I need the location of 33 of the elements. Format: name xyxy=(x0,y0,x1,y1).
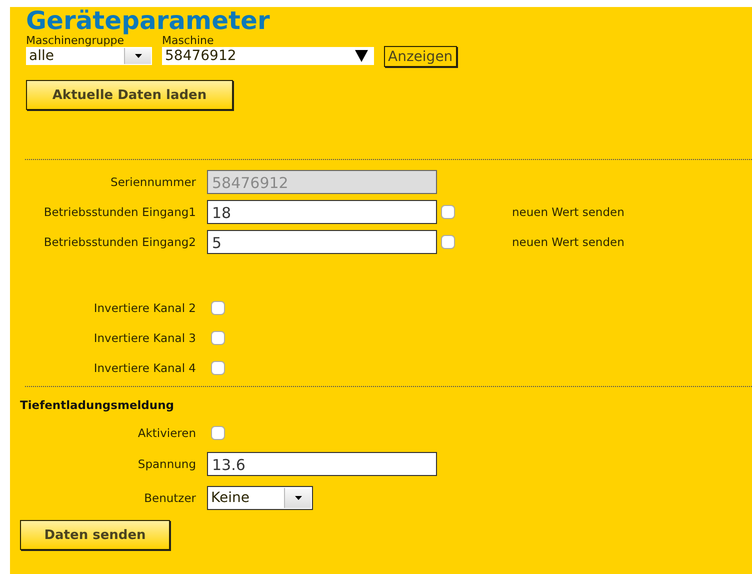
field-label: Betriebsstunden Eingang1 xyxy=(42,205,196,219)
send-checkbox[interactable] xyxy=(441,235,455,249)
voltage-input-field[interactable]: 13.6 xyxy=(207,452,437,476)
show-button[interactable]: Anzeigen xyxy=(384,46,457,67)
invert-checkbox[interactable] xyxy=(211,360,225,374)
checkbox-label: Invertiere Kanal 2 xyxy=(92,300,196,314)
dropdown-arrow-icon xyxy=(294,496,302,500)
field-label: Maschine xyxy=(162,34,214,47)
group-select[interactable]: alle xyxy=(26,47,152,65)
hours-input-field[interactable]: 5 xyxy=(207,230,437,254)
field-label: Benutzer xyxy=(143,491,196,505)
invert-checkbox[interactable] xyxy=(211,330,225,344)
dropdown-arrow-icon xyxy=(134,54,142,58)
checkbox-label: Invertiere Kanal 3 xyxy=(92,330,196,344)
hours-input-field[interactable]: 18 xyxy=(207,200,437,224)
user-select[interactable]: Keine xyxy=(207,486,313,510)
checkbox-label: Invertiere Kanal 4 xyxy=(92,360,196,374)
send-note: neuen Wert senden xyxy=(512,205,624,219)
section-title: Tiefentladungsmeldung xyxy=(20,398,176,412)
field-label: Spannung xyxy=(136,457,196,471)
load-data-button[interactable]: Aktuelle Daten laden xyxy=(26,80,233,110)
field-label: Aktivieren xyxy=(136,426,196,440)
dropdown-arrow-icon xyxy=(355,50,368,62)
field-label: Maschinengruppe xyxy=(26,34,124,47)
send-checkbox[interactable] xyxy=(441,205,455,219)
field-label: Seriennummer xyxy=(110,175,196,189)
machine-select[interactable]: 58476912 xyxy=(162,47,374,65)
invert-checkbox[interactable] xyxy=(211,300,225,314)
send-note: neuen Wert senden xyxy=(512,235,624,249)
field-label: Betriebsstunden Eingang2 xyxy=(42,235,196,249)
activate-checkbox[interactable] xyxy=(211,426,225,440)
send-data-button[interactable]: Daten senden xyxy=(20,520,170,550)
page-title: Geräteparameter xyxy=(26,7,271,34)
